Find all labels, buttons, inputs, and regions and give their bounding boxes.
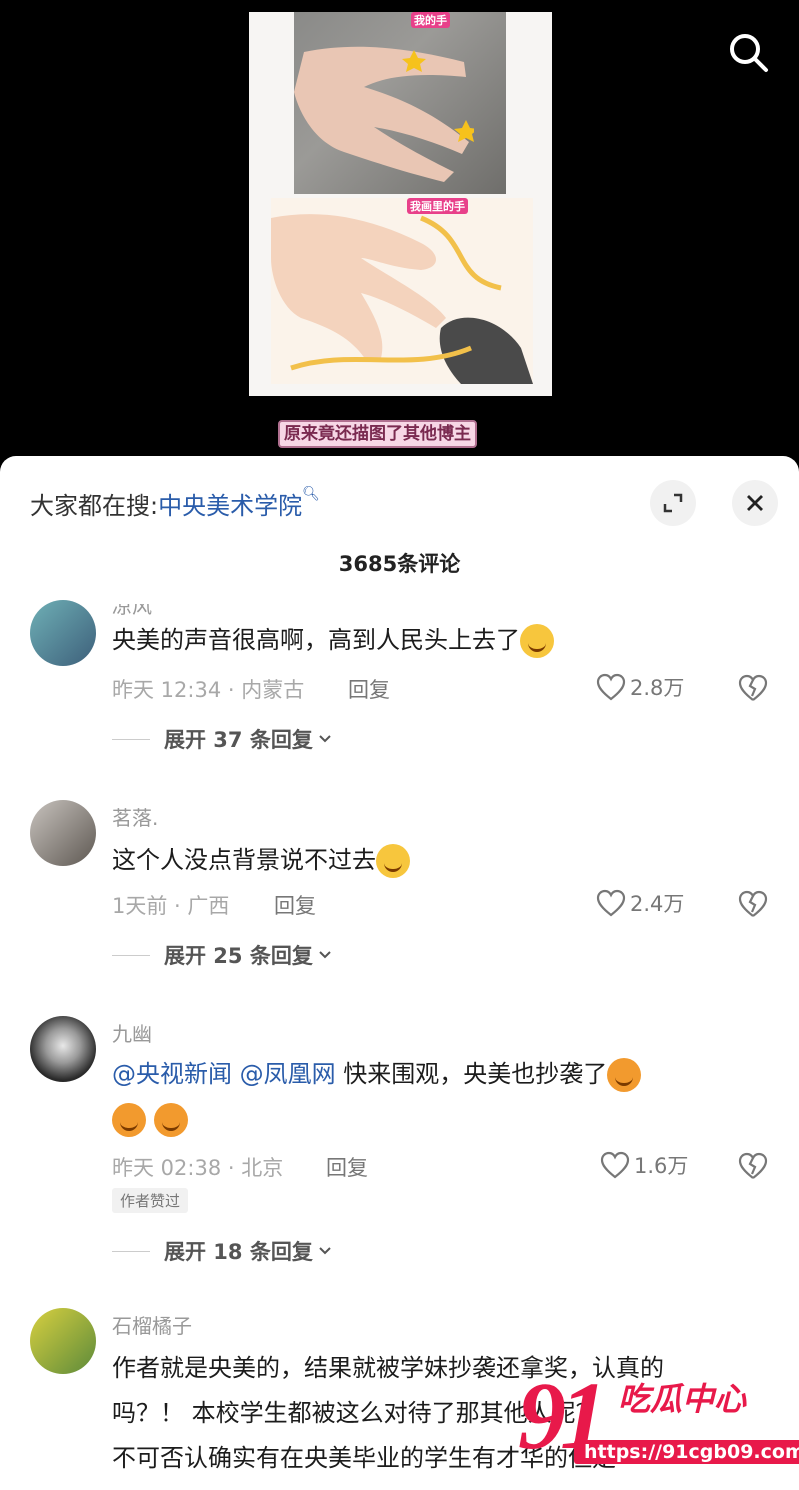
reply-button[interactable]: 回复 xyxy=(326,1152,368,1182)
hot-search-bar: 大家都在搜:中央美术学院🔍︎ xyxy=(30,486,320,521)
expand-button[interactable] xyxy=(650,480,696,526)
search-button[interactable] xyxy=(726,30,770,74)
heart-icon xyxy=(600,1151,630,1179)
chevron-down-icon xyxy=(319,735,331,743)
watermark-url: https://91cgb09.com xyxy=(574,1440,799,1464)
expand-replies[interactable]: 展开 37 条回复 xyxy=(112,724,333,754)
divider xyxy=(112,954,150,956)
comment-meta: 昨天 12:34 · 内蒙古 xyxy=(112,678,305,702)
like-button[interactable]: 2.4万 xyxy=(596,888,684,918)
broken-heart-icon xyxy=(738,890,768,917)
comment-text: 央美的声音很高啊，高到人民头上去了 xyxy=(112,618,772,663)
hot-search-keyword[interactable]: 中央美术学院 xyxy=(158,492,302,520)
comment-body: 这个人没点背景说不过去 xyxy=(112,846,376,874)
comment-text: 这个人没点背景说不过去 xyxy=(112,838,772,883)
avatar[interactable] xyxy=(30,600,96,666)
comment-body: 央美的声音很高啊，高到人民头上去了 xyxy=(112,626,520,654)
video-player[interactable]: 我的手 我画里的手 原来竟还描图了其他博主 xyxy=(0,0,799,470)
smile-emoji-icon xyxy=(520,624,554,658)
divider xyxy=(112,1250,150,1252)
reply-button[interactable]: 回复 xyxy=(274,890,316,920)
comment-sheet: 大家都在搜:中央美术学院🔍︎ 3685条评论 凉风 央美的声音很高啊，高到人民头… xyxy=(0,456,799,1490)
comment-username[interactable]: 石榴橘子 xyxy=(112,1310,192,1339)
dislike-button[interactable] xyxy=(738,674,768,706)
like-count: 1.6万 xyxy=(634,1154,689,1178)
expand-replies-label: 展开 18 条回复 xyxy=(164,1240,313,1264)
avatar[interactable] xyxy=(30,1308,96,1374)
drawing-photo xyxy=(271,198,533,384)
comment-username[interactable]: 茗落. xyxy=(112,802,158,831)
dislike-button[interactable] xyxy=(738,890,768,922)
mention-link[interactable]: @央视新闻 xyxy=(112,1060,232,1088)
heart-icon xyxy=(596,889,626,917)
close-button[interactable] xyxy=(732,480,778,526)
broken-heart-icon xyxy=(738,1152,768,1179)
chevron-down-icon xyxy=(319,1247,331,1255)
avatar[interactable] xyxy=(30,1016,96,1082)
reply-button[interactable]: 回复 xyxy=(348,674,390,704)
laugh-emoji-icon xyxy=(153,1103,188,1137)
photo-tag: 我的手 xyxy=(411,12,450,28)
hand-illustration xyxy=(294,46,474,182)
watermark-name: 吃瓜中心 xyxy=(618,1380,747,1418)
dislike-button[interactable] xyxy=(738,1152,768,1184)
expand-replies-label: 展开 25 条回复 xyxy=(164,944,313,968)
fullscreen-icon xyxy=(663,493,683,513)
avatar[interactable] xyxy=(30,800,96,866)
laugh-emoji-icon xyxy=(607,1058,642,1092)
search-small-icon: 🔍︎ xyxy=(302,486,320,502)
comment-username[interactable]: 凉风 xyxy=(112,604,152,619)
photo-tag: 我画里的手 xyxy=(407,198,468,214)
hot-search-label: 大家都在搜: xyxy=(30,492,159,520)
laugh-emoji-icon xyxy=(112,1103,146,1137)
comment-count: 3685条评论 xyxy=(338,552,461,576)
cry-laugh-emoji-icon xyxy=(376,844,410,878)
close-icon xyxy=(747,495,763,511)
search-icon xyxy=(730,34,768,72)
comment-username[interactable]: 九幽 xyxy=(112,1018,152,1047)
like-count: 2.4万 xyxy=(630,892,685,916)
comment-meta: 1天前 · 广西 xyxy=(112,894,230,918)
drawing-illustration xyxy=(271,214,533,384)
mention-link[interactable]: @凤凰网 xyxy=(240,1060,336,1088)
hand-photo xyxy=(294,12,506,194)
like-button[interactable]: 2.8万 xyxy=(596,672,684,702)
like-count: 2.8万 xyxy=(630,676,685,700)
expand-replies[interactable]: 展开 18 条回复 xyxy=(112,1236,333,1266)
broken-heart-icon xyxy=(738,674,768,701)
video-frame: 我的手 我画里的手 xyxy=(249,12,552,396)
heart-icon xyxy=(596,673,626,701)
expand-replies-label: 展开 37 条回复 xyxy=(164,728,313,752)
watermark: 91 吃瓜中心 https://91cgb09.com xyxy=(518,1368,799,1472)
comment-body: 快来围观，央美也抄袭了 xyxy=(343,1060,608,1088)
author-liked-badge: 作者赞过 xyxy=(112,1188,189,1213)
comment-text: @央视新闻 @凤凰网 快来围观，央美也抄袭了 xyxy=(112,1052,772,1142)
video-caption: 原来竟还描图了其他博主 xyxy=(278,420,477,448)
like-button[interactable]: 1.6万 xyxy=(600,1150,688,1180)
expand-replies[interactable]: 展开 25 条回复 xyxy=(112,940,333,970)
chevron-down-icon xyxy=(319,951,331,959)
divider xyxy=(112,738,150,740)
comment-meta: 昨天 02:38 · 北京 xyxy=(112,1156,284,1180)
